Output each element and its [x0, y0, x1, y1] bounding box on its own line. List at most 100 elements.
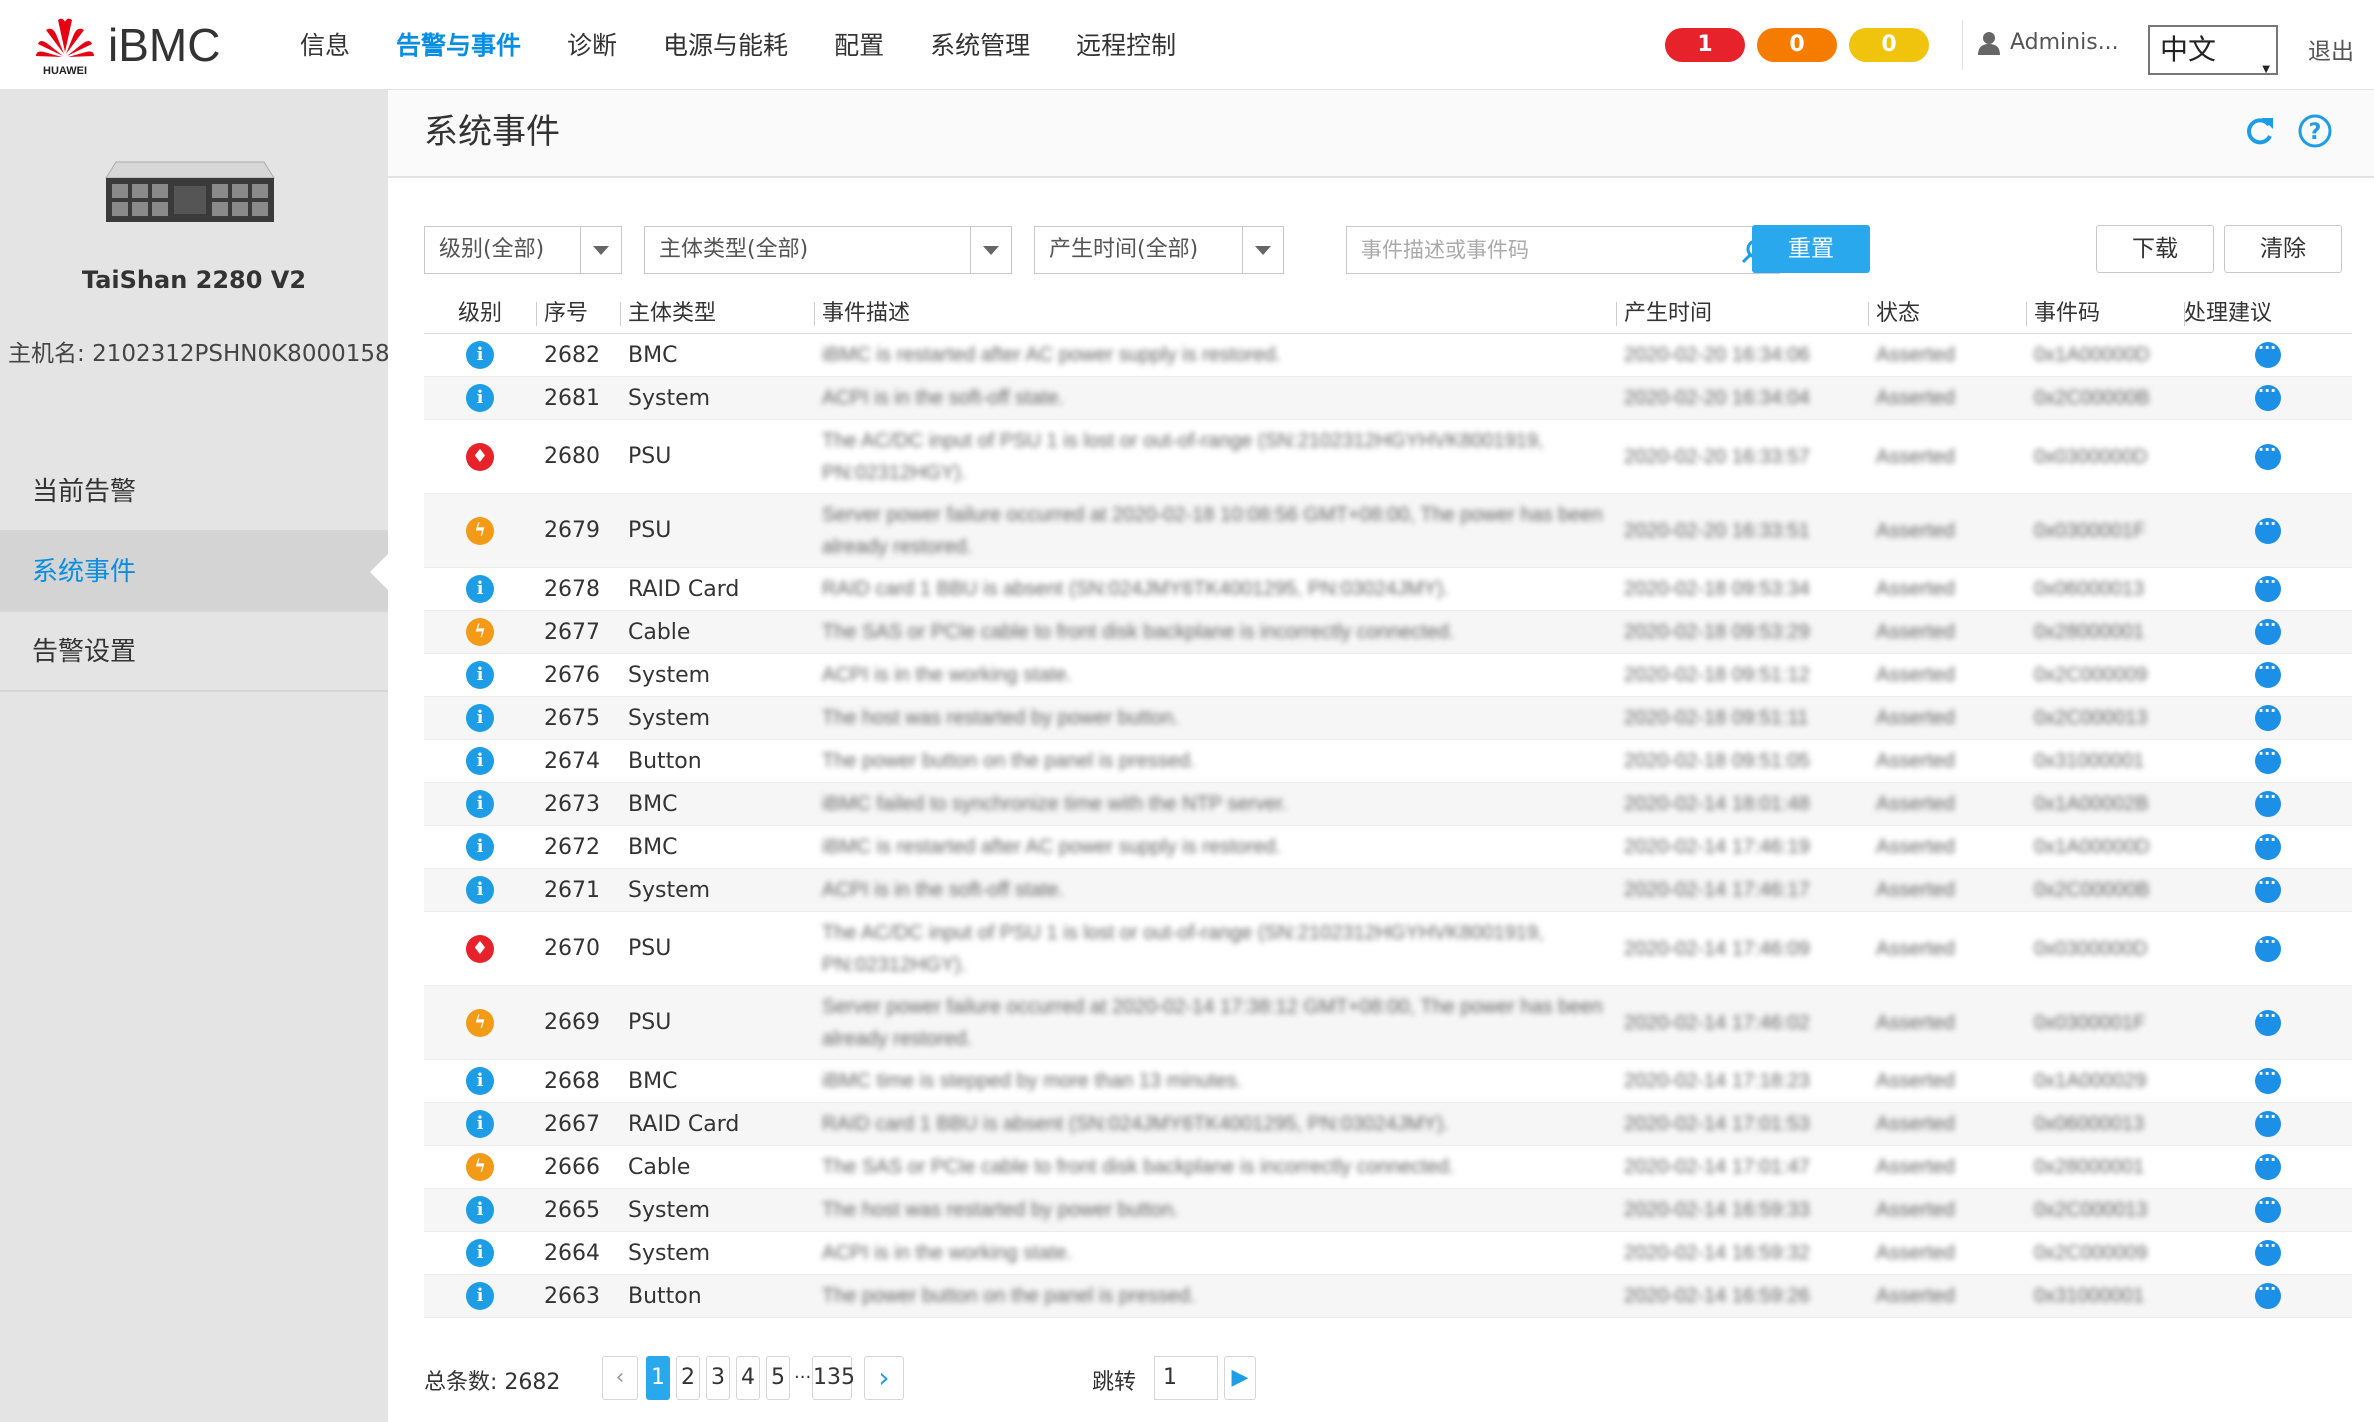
state-cell: Asserted	[1868, 1060, 2026, 1102]
subject-type-filter[interactable]: 主体类型(全部)	[644, 226, 1012, 274]
page-last[interactable]: 135	[812, 1356, 855, 1400]
page-1[interactable]: 1	[646, 1356, 670, 1400]
more-icon[interactable]	[2255, 1279, 2281, 1309]
more-icon[interactable]	[2255, 572, 2281, 602]
language-select[interactable]: 中文 ▼	[2148, 25, 2278, 75]
jump-go-button[interactable]: ▶	[1224, 1356, 1256, 1400]
refresh-icon[interactable]	[2240, 112, 2278, 150]
search-input[interactable]: 事件描述或事件码	[1346, 226, 1780, 274]
jump-page-input[interactable]: 1	[1154, 1356, 1218, 1400]
event-description: RAID card 1 BBU is absent (SN:024JMY6TK4…	[822, 1113, 1449, 1135]
logout-link[interactable]: 退出	[2308, 32, 2354, 66]
col-level[interactable]: 级别	[424, 294, 536, 333]
minor-alarm-badge[interactable]: 0	[1849, 28, 1929, 62]
more-icon[interactable]	[2255, 744, 2281, 774]
state-cell: Asserted	[1868, 420, 2026, 493]
level-filter[interactable]: 级别(全部)	[424, 226, 622, 274]
more-icon[interactable]	[2255, 381, 2281, 411]
page-3[interactable]: 3	[706, 1356, 730, 1400]
col-seq[interactable]: 序号	[536, 294, 620, 333]
seq-cell: 2667	[544, 1111, 600, 1137]
advice-cell	[2184, 1103, 2352, 1145]
advice-cell	[2184, 912, 2352, 985]
critical-alarm-badge[interactable]: 1	[1665, 28, 1745, 62]
more-icon[interactable]	[2255, 338, 2281, 368]
username: Adminis...	[2010, 30, 2119, 55]
state-cell: Asserted	[1868, 654, 2026, 696]
level-cell: ♦	[424, 420, 536, 493]
type-cell: System	[628, 385, 711, 411]
advice-cell	[2184, 377, 2352, 419]
table-row: i 2668 BMC iBMC time is stepped by more tha…	[424, 1060, 2352, 1103]
page-5[interactable]: 5	[766, 1356, 790, 1400]
col-type[interactable]: 主体类型	[620, 294, 814, 333]
state-cell: Asserted	[1868, 912, 2026, 985]
clear-button[interactable]: 清除	[2224, 225, 2342, 273]
major-level-icon: ϟ	[466, 516, 494, 545]
subject-type-filter-value: 主体类型(全部)	[659, 237, 809, 262]
event-time: 2020-02-14 16:59:32	[1624, 1242, 1810, 1264]
level-cell: i	[424, 1060, 536, 1102]
nav-config[interactable]: 配置	[834, 0, 884, 90]
more-icon[interactable]	[2255, 830, 2281, 860]
reset-button[interactable]: 重置	[1752, 225, 1870, 273]
user-menu[interactable]: Adminis...	[1978, 30, 2119, 55]
page-2[interactable]: 2	[676, 1356, 700, 1400]
code-cell: 0x2C000013	[2026, 697, 2184, 739]
nav-system-mgmt[interactable]: 系统管理	[930, 0, 1030, 90]
sidebar-item-system-events[interactable]: 系统事件	[0, 532, 388, 612]
more-icon[interactable]	[2255, 1236, 2281, 1266]
sidebar-item-current-alarms[interactable]: 当前告警	[0, 452, 388, 532]
event-time: 2020-02-20 16:33:57	[1624, 445, 1810, 468]
type-cell: RAID Card	[628, 1111, 740, 1137]
time-filter[interactable]: 产生时间(全部)	[1034, 226, 1284, 274]
more-icon[interactable]	[2255, 1193, 2281, 1223]
table-header: 级别 序号 主体类型 事件描述 产生时间 状态 事件码 处理建议	[424, 294, 2352, 334]
more-icon[interactable]	[2255, 1064, 2281, 1094]
more-icon[interactable]	[2255, 701, 2281, 731]
more-icon[interactable]	[2255, 658, 2281, 688]
nav-info[interactable]: 信息	[300, 0, 350, 90]
more-icon[interactable]	[2255, 615, 2281, 645]
table-row: i 2667 RAID Card RAID card 1 BBU is absent …	[424, 1103, 2352, 1146]
prev-page-button[interactable]: ‹	[602, 1356, 638, 1400]
table-body: i 2682 BMC iBMC is restarted after AC power…	[424, 334, 2352, 1318]
time-cell: 2020-02-18 09:51:12	[1616, 654, 1868, 696]
more-icon[interactable]	[2255, 440, 2281, 470]
nav-power[interactable]: 电源与能耗	[663, 0, 788, 90]
col-time[interactable]: 产生时间	[1616, 294, 1868, 333]
event-code: 0x0300001F	[2034, 519, 2146, 542]
nav-remote-control[interactable]: 远程控制	[1076, 0, 1176, 90]
page-4[interactable]: 4	[736, 1356, 760, 1400]
sidebar-item-alarm-settings[interactable]: 告警设置	[0, 612, 388, 692]
event-time: 2020-02-20 16:33:51	[1624, 519, 1810, 542]
desc-cell: The power button on the panel is pressed…	[814, 1275, 1616, 1317]
nav-alarms-events[interactable]: 告警与事件	[396, 0, 521, 90]
level-cell: i	[424, 1189, 536, 1231]
more-icon[interactable]	[2255, 514, 2281, 544]
level-cell: i	[424, 783, 536, 825]
table-row: i 2674 Button The power button on the panel…	[424, 740, 2352, 783]
event-description: ACPI is in the working state.	[822, 664, 1073, 686]
download-button[interactable]: 下载	[2096, 225, 2214, 273]
info-level-icon: i	[466, 1196, 494, 1224]
more-icon[interactable]	[2255, 932, 2281, 962]
code-cell: 0x06000013	[2026, 1103, 2184, 1145]
type-cell: PSU	[628, 444, 672, 469]
event-code: 0x2C000013	[2034, 707, 2148, 729]
next-page-button[interactable]: ›	[864, 1356, 904, 1400]
more-icon[interactable]	[2255, 1006, 2281, 1036]
more-icon[interactable]	[2255, 873, 2281, 903]
type-cell: System	[628, 1197, 711, 1223]
jump-label: 跳转	[1092, 1370, 1137, 1395]
event-state: Asserted	[1876, 937, 1955, 960]
help-icon[interactable]: ?	[2296, 112, 2334, 150]
more-icon[interactable]	[2255, 1107, 2281, 1137]
more-icon[interactable]	[2255, 787, 2281, 817]
nav-diagnostics[interactable]: 诊断	[567, 0, 617, 90]
type-cell: PSU	[628, 518, 672, 543]
advice-cell	[2184, 1189, 2352, 1231]
major-alarm-badge[interactable]: 0	[1757, 28, 1837, 62]
more-icon[interactable]	[2255, 1150, 2281, 1180]
advice-cell	[2184, 869, 2352, 911]
